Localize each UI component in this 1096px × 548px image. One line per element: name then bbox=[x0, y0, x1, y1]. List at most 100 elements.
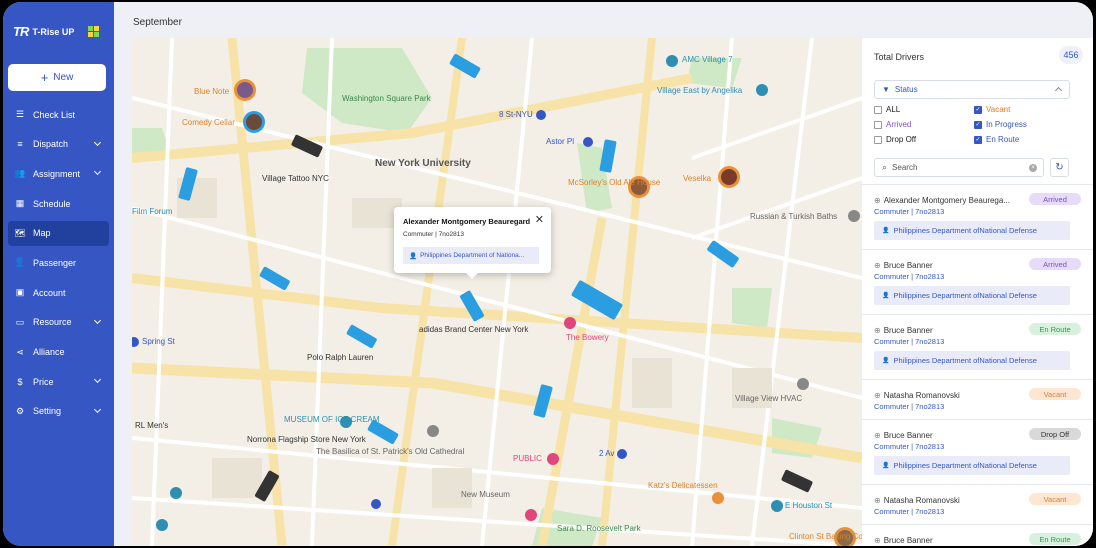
driver-sub: Commuter | 7no2813 bbox=[874, 402, 945, 411]
sidebar-item-passenger[interactable]: 👤 Passenger bbox=[8, 250, 109, 275]
map-place-label[interactable]: Village Tattoo NYC bbox=[262, 174, 329, 183]
sidebar-item-label: Dispatch bbox=[33, 139, 69, 150]
sidebar-item-setting[interactable]: ⚙ Setting bbox=[8, 399, 109, 424]
checkbox[interactable]: ✓ bbox=[974, 105, 982, 114]
status-badge: Arrived bbox=[1029, 193, 1081, 205]
sidebar-item-assignment[interactable]: 👥 Assignment bbox=[8, 161, 109, 186]
driver-list-item[interactable]: ⊕ Alexander Montgomery Beaurega... Commute… bbox=[862, 184, 1093, 249]
calendar-icon: ▦ bbox=[15, 198, 25, 209]
filter-label: En Route bbox=[986, 135, 1020, 144]
map-place-label[interactable]: Blue Note bbox=[194, 87, 229, 96]
sidebar-item-schedule[interactable]: ▦ Schedule bbox=[8, 191, 109, 216]
driver-list-item[interactable]: ⊕ Bruce Banner Commuter | 7no2813 En Route 👤… bbox=[862, 314, 1093, 379]
map-place-label[interactable]: 2 Av bbox=[599, 449, 614, 458]
plus-icon: + bbox=[40, 69, 49, 85]
filter-in-progress[interactable]: ✓ In Progress bbox=[974, 120, 1027, 129]
brand-logo[interactable]: TR T-Rise UP bbox=[13, 24, 100, 39]
sidebar-item-resource[interactable]: ▭ Resource bbox=[8, 310, 109, 335]
map-place-label[interactable]: MUSEUM OF ICE CREAM bbox=[284, 415, 380, 424]
checkbox[interactable] bbox=[874, 105, 882, 114]
driver-list-item[interactable]: ⊕ Bruce Banner Commuter | 7no2813 Arrived 👤 P… bbox=[862, 249, 1093, 314]
filter-arrived[interactable]: Arrived bbox=[874, 120, 911, 129]
sidebar-item-check-list[interactable]: ☰ Check List bbox=[8, 102, 109, 127]
driver-list-item[interactable]: ⊕ Natasha Romanovski Commuter | 7no2813 Vac… bbox=[862, 379, 1093, 419]
map-place-label[interactable]: Astor Pl bbox=[546, 137, 574, 146]
driver-list-item[interactable]: ⊕ Bruce Banner En Route bbox=[862, 524, 1093, 546]
refresh-button[interactable]: ↻ bbox=[1050, 158, 1069, 177]
map-place-label[interactable]: Washington Square Park bbox=[342, 94, 431, 103]
steering-wheel-icon: ⊕ bbox=[874, 195, 881, 205]
map-place-label[interactable]: Norrona Flagship Store New York bbox=[247, 435, 366, 444]
map-place-label[interactable]: New York University bbox=[375, 158, 471, 169]
new-button[interactable]: + New bbox=[8, 64, 106, 91]
map-place-label[interactable]: Sara D. Roosevelt Park bbox=[557, 524, 641, 533]
map-place-label[interactable]: Russian & Turkish Baths bbox=[750, 212, 837, 221]
map-place-label[interactable]: New Museum bbox=[461, 490, 510, 499]
users-icon: 👥 bbox=[14, 168, 26, 179]
sidebar-item-alliance[interactable]: ⋖ Alliance bbox=[8, 340, 109, 365]
steering-wheel-icon: ⊕ bbox=[874, 535, 881, 545]
map-place-label[interactable]: Film Forum bbox=[132, 207, 172, 216]
map-place-label[interactable]: Spring St bbox=[142, 337, 175, 346]
map-place-label[interactable]: McSorley's Old Ale House bbox=[568, 178, 660, 187]
driver-list-item[interactable]: ⊕ Natasha Romanovski Commuter | 7no2813 Vac… bbox=[862, 484, 1093, 524]
driver-org[interactable]: 👤 Philippines Department ofNational Defen… bbox=[874, 456, 1070, 475]
driver-org[interactable]: 👤 Philippines Department ofNational Defen… bbox=[874, 286, 1070, 305]
map-icon: 🗺 bbox=[14, 227, 26, 238]
map-place-label[interactable]: The Bowery bbox=[566, 333, 609, 342]
driver-list-item[interactable]: ⊕ Bruce Banner Commuter | 7no2813 Drop Off 👤… bbox=[862, 419, 1093, 484]
driver-org[interactable]: 👤 Philippines Department ofNational Defen… bbox=[874, 351, 1070, 370]
map-place-label[interactable]: Katz's Delicatessen bbox=[648, 481, 718, 490]
sidebar-item-map[interactable]: 🗺 Map bbox=[8, 220, 109, 246]
sidebar: TR T-Rise UP + New ☰ Check List ≡ Dispatch 👥… bbox=[3, 2, 114, 546]
filter-all[interactable]: ALL bbox=[874, 105, 900, 114]
map-place-label[interactable]: Village View HVAC bbox=[735, 394, 802, 403]
sidebar-item-price[interactable]: $ Price bbox=[8, 369, 109, 394]
sidebar-item-account[interactable]: ▣ Account bbox=[8, 280, 109, 305]
sidebar-item-dispatch[interactable]: ≡ Dispatch bbox=[8, 132, 109, 157]
person-icon: 👤 bbox=[882, 463, 890, 469]
map-place-label[interactable]: E Houston St bbox=[785, 501, 832, 510]
status-dropdown[interactable]: ▼ Status bbox=[874, 80, 1070, 99]
map-place-label[interactable]: Village East by Angelika bbox=[657, 86, 742, 95]
clear-icon[interactable]: × bbox=[1029, 164, 1037, 172]
close-icon[interactable]: ✕ bbox=[535, 213, 544, 226]
map-place-label[interactable]: adidas Brand Center New York bbox=[419, 325, 528, 334]
chevron-down-icon bbox=[93, 405, 102, 413]
filter-label: In Progress bbox=[986, 120, 1027, 129]
filter-label: Drop Off bbox=[886, 135, 917, 144]
driver-name: Alexander Montgomery Beaurega... bbox=[883, 195, 1010, 205]
map-place-label[interactable]: Veselka bbox=[683, 174, 711, 183]
sidebar-item-label: Price bbox=[33, 376, 54, 387]
checkbox[interactable]: ✓ bbox=[974, 135, 982, 144]
driver-org-label: Philippines Department ofNational Defens… bbox=[893, 291, 1037, 300]
checkbox[interactable]: ✓ bbox=[974, 120, 982, 129]
driver-org[interactable]: 👤 Philippines Department ofNational Defen… bbox=[874, 221, 1070, 240]
map-place-label[interactable]: The Basilica of St. Patrick's Old Cathed… bbox=[316, 447, 464, 456]
steering-wheel-icon: ⊕ bbox=[874, 430, 881, 440]
map-view[interactable]: Washington Square Park New York Universit… bbox=[132, 38, 862, 546]
share-icon: ⋖ bbox=[16, 346, 24, 357]
popup-org[interactable]: 👤 Philippines Department of Nationa... bbox=[403, 247, 539, 264]
dollar-icon: $ bbox=[17, 376, 23, 387]
map-place-label[interactable]: PUBLIC bbox=[513, 454, 542, 463]
driver-name: Natasha Romanovski bbox=[883, 390, 960, 400]
filter-en-route[interactable]: ✓ En Route bbox=[974, 135, 1019, 144]
filter-drop-off[interactable]: Drop Off bbox=[874, 135, 916, 144]
map-place-label[interactable]: Clinton St Baking Company bbox=[789, 532, 862, 541]
map-place-label[interactable]: Polo Ralph Lauren bbox=[307, 353, 373, 362]
sidebar-item-label: Check List bbox=[33, 109, 76, 120]
sidebar-item-label: Setting bbox=[33, 406, 62, 417]
driver-popup[interactable]: Alexander Montgomery Beauregard Commuter… bbox=[394, 207, 551, 279]
filter-vacant[interactable]: ✓ Vacant bbox=[974, 105, 1010, 114]
map-place-label[interactable]: Comedy Cellar bbox=[182, 118, 235, 127]
map-place-label[interactable]: RL Men's bbox=[135, 421, 168, 430]
map-place-label[interactable]: AMC Village 7 bbox=[682, 55, 733, 64]
status-badge: Drop Off bbox=[1029, 428, 1081, 440]
sidebar-nav: ☰ Check List ≡ Dispatch 👥 Assignment ▦ Schedule… bbox=[3, 102, 114, 429]
map-place-label[interactable]: 8 St-NYU bbox=[499, 110, 533, 119]
checkbox[interactable] bbox=[874, 120, 882, 129]
search-input[interactable]: ⌕ Search × bbox=[874, 158, 1044, 177]
checkbox[interactable] bbox=[874, 135, 882, 144]
person-icon: 👤 bbox=[882, 228, 890, 234]
